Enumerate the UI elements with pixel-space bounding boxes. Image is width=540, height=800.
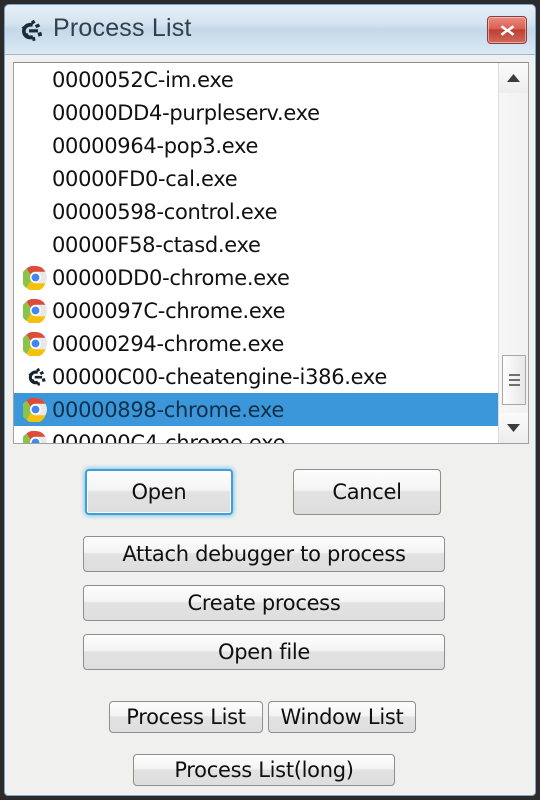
scrollbar-thumb[interactable] [502,355,526,405]
process-list-item-label: 00000DD0-chrome.exe [52,265,290,290]
process-list-item-label: 00000598-control.exe [52,199,278,224]
create-process-button[interactable]: Create process [83,585,445,621]
scroll-up-arrow-icon [507,74,520,82]
process-list-item[interactable]: 00000C00-cheatengine-i386.exe [14,360,499,393]
scrollbar-track[interactable] [499,93,528,413]
chrome-icon [22,298,48,324]
open-file-button[interactable]: Open file [83,634,445,670]
process-list-item[interactable]: 0000052C-im.exe [14,63,499,96]
process-list-item-label: 00000964-pop3.exe [52,133,259,158]
cheat-engine-logo-icon [15,15,45,45]
process-list-item[interactable]: 00000DD0-chrome.exe [14,261,499,294]
process-list-item-label: 00000C00-cheatengine-i386.exe [52,364,387,389]
process-list-item[interactable]: 00000898-chrome.exe [14,393,499,426]
process-list-item[interactable]: 00000294-chrome.exe [14,327,499,360]
window-list-button[interactable]: Window List [268,701,416,733]
process-list-item[interactable]: 00000DD4-purpleserv.exe [14,96,499,129]
process-list-item[interactable]: 00000FD0-cal.exe [14,162,499,195]
scroll-down-button[interactable] [499,413,528,443]
scrollbar-grip-line [508,374,520,376]
process-list-item-label: 000000C4-chrome.exe [52,430,286,444]
cancel-button[interactable]: Cancel [293,469,441,515]
process-list-item[interactable]: 00000F58-ctasd.exe [14,228,499,261]
open-button[interactable]: Open [85,469,233,515]
process-list-item-label: 00000FD0-cal.exe [52,166,238,191]
scroll-down-arrow-icon [507,424,520,432]
process-list-long-button[interactable]: Process List(long) [133,754,395,786]
process-list-item[interactable]: 0000097C-chrome.exe [14,294,499,327]
scroll-up-button[interactable] [499,63,528,93]
close-icon [500,24,514,36]
chrome-icon [22,430,48,443]
chrome-icon [22,265,48,291]
scrollbar-grip-line [508,384,520,386]
process-list-item[interactable]: 00000598-control.exe [14,195,499,228]
chrome-icon [22,397,48,423]
process-list-item-label: 0000097C-chrome.exe [52,298,286,323]
chrome-icon [22,331,48,357]
process-listbox[interactable]: 0000052C-im.exe 00000DD4-purpleserv.exe 00… [13,62,529,444]
process-list-item[interactable]: 00000964-pop3.exe [14,129,499,162]
titlebar: Process List [5,5,535,55]
process-list-button[interactable]: Process List [109,701,263,733]
process-list-item-label: 00000898-chrome.exe [52,397,284,422]
process-list-item-label: 00000DD4-purpleserv.exe [52,100,320,125]
process-list-item[interactable]: 000000C4-chrome.exe [14,426,499,443]
process-list-item-label: 00000294-chrome.exe [52,331,284,356]
scrollbar-grip-line [508,379,520,381]
process-list-window: Process List 0000052C-im.exe 00000DD4-pur… [4,4,536,796]
close-button[interactable] [487,16,527,44]
cheat-engine-icon [22,364,48,390]
list-scrollbar[interactable] [498,63,528,443]
process-list-items: 0000052C-im.exe 00000DD4-purpleserv.exe 00… [14,63,499,443]
window-title: Process List [53,14,192,42]
process-list-item-label: 00000F58-ctasd.exe [52,232,261,257]
process-list-item-label: 0000052C-im.exe [52,67,234,92]
attach-debugger-button[interactable]: Attach debugger to process [83,536,445,572]
